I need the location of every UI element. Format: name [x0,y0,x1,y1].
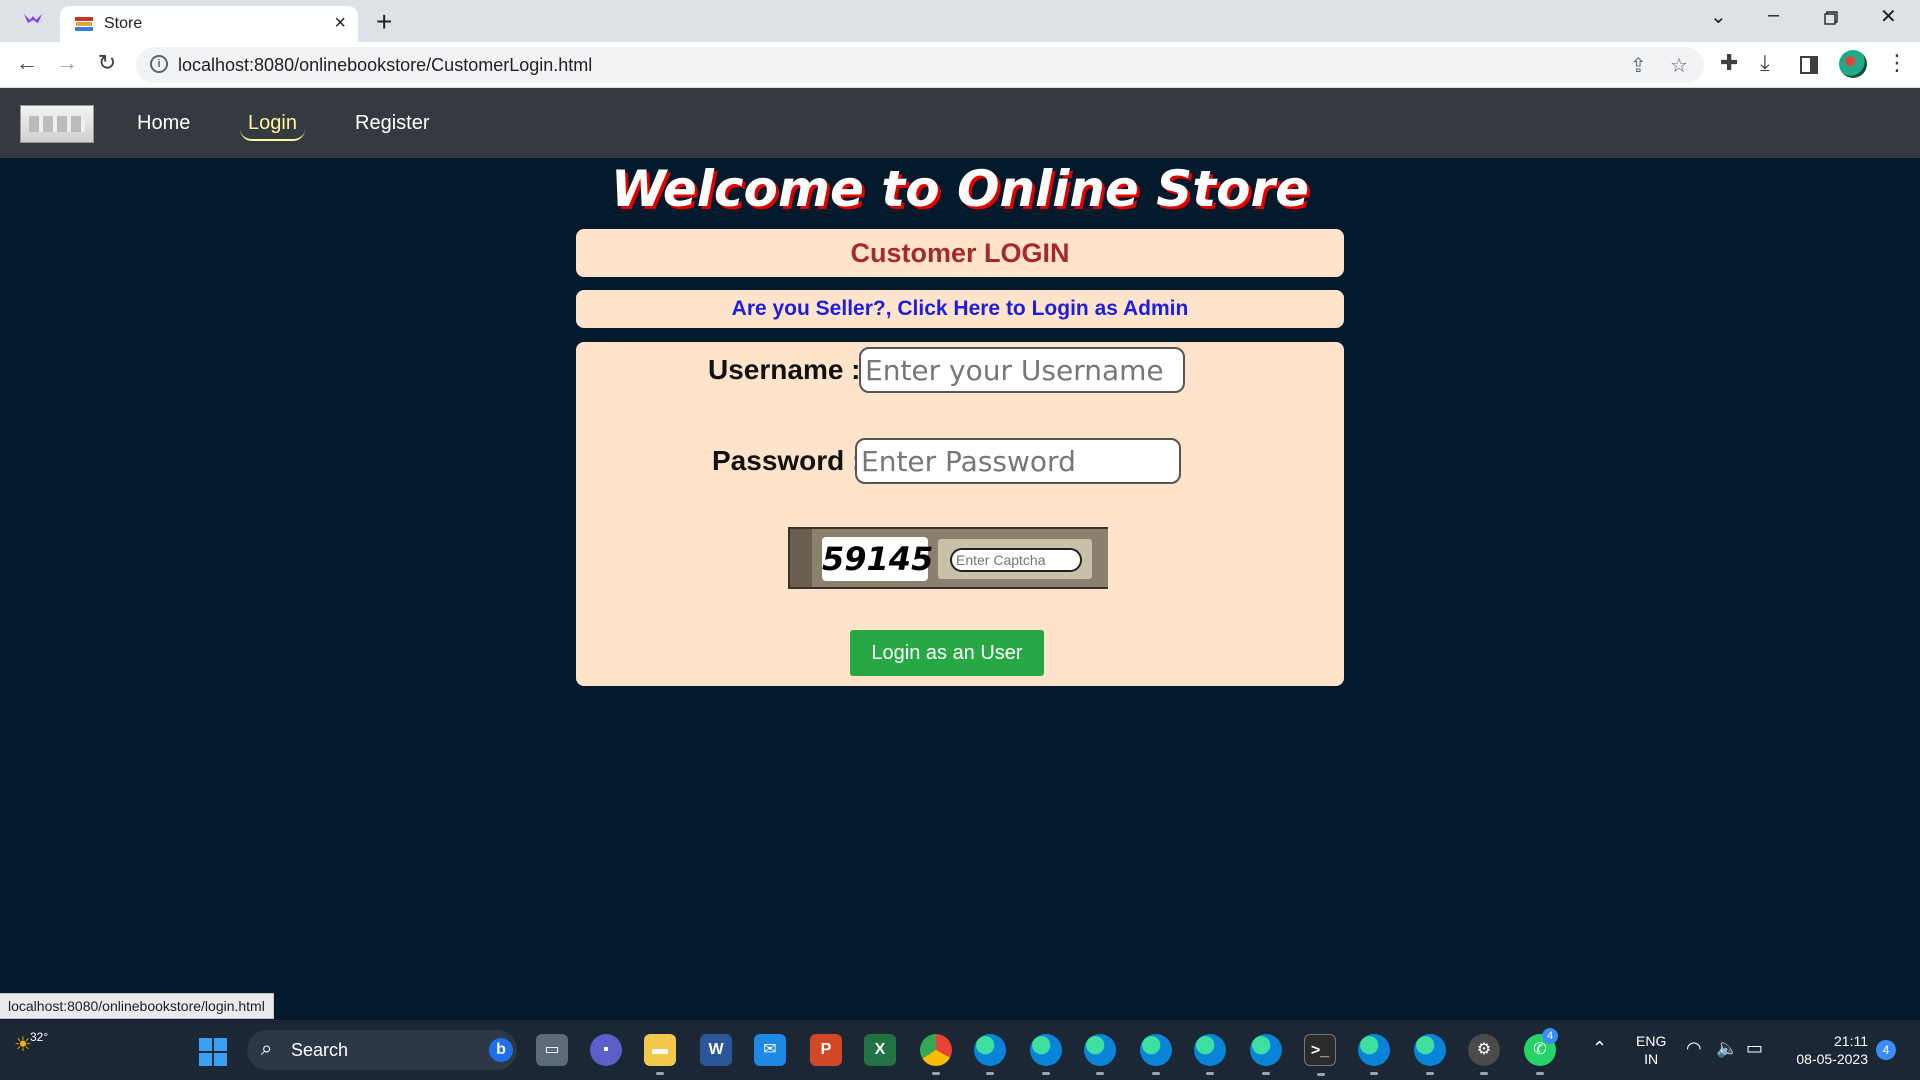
nav-login[interactable]: Login [240,112,305,141]
edge-profile-icon[interactable] [1358,1034,1390,1075]
password-input[interactable] [855,438,1181,484]
address-bar[interactable]: i localhost:8080/onlinebookstore/Custome… [136,47,1704,83]
restore-icon[interactable] [1824,8,1838,31]
clock-date: 08-05-2023 [1796,1051,1868,1067]
powerpoint-icon[interactable]: P [810,1034,842,1066]
edge-profile-icon[interactable] [1140,1034,1172,1075]
browser-titlebar: Store × + ⌄ – ✕ [0,0,1920,42]
battery-icon[interactable]: ▭ [1746,1038,1763,1059]
menu-dots-icon[interactable]: ⋮ [1886,50,1908,76]
clock-time: 21:11 [1834,1033,1868,1049]
excel-icon[interactable]: X [864,1034,896,1066]
username-label: Username : [708,354,861,385]
edge-profile-icon[interactable] [1194,1034,1226,1075]
url-text[interactable]: localhost:8080/onlinebookstore/CustomerL… [178,55,592,76]
share-icon[interactable]: ⇪ [1630,53,1647,78]
edge-profile-icon[interactable] [1030,1034,1062,1075]
tab-search-chevron-icon[interactable]: ⌄ [1710,4,1727,29]
language-indicator[interactable]: ENG IN [1636,1032,1666,1068]
search-label: Search [291,1040,349,1060]
captcha-input[interactable] [950,548,1082,572]
captcha-input-wrap [938,539,1092,579]
app-logo-icon[interactable] [22,11,46,31]
admin-link-box: Are you Seller?, Click Here to Login as … [576,290,1344,328]
login-button[interactable]: Login as an User [850,630,1044,676]
edge-profile-icon[interactable] [1250,1034,1282,1075]
login-form: Username : Password : 59145 Login as an … [576,342,1344,686]
login-heading: Customer LOGIN [850,238,1070,268]
download-icon[interactable]: ⤓ [1760,50,1770,76]
site-logo[interactable] [20,105,94,143]
new-tab-icon[interactable]: + [376,6,392,38]
login-heading-box: Customer LOGIN [576,229,1344,277]
browser-toolbar: ← → ↻ i localhost:8080/onlinebookstore/C… [0,42,1920,88]
close-window-icon[interactable]: ✕ [1880,4,1897,29]
weather-temp: 32° [30,1030,49,1044]
lang-top: ENG [1636,1033,1667,1049]
site-navbar: Home Login Register [0,88,1920,158]
captcha-inner: 59145 [812,529,1108,587]
bing-icon[interactable]: b [489,1038,513,1062]
wifi-icon[interactable]: ◠ [1686,1038,1702,1059]
nav-home[interactable]: Home [137,112,190,135]
browser-tab[interactable]: Store × [60,6,358,42]
clock[interactable]: 21:11 08-05-2023 [1784,1032,1868,1068]
settings-gear-icon[interactable]: ⚙ [1468,1034,1500,1075]
task-view-icon[interactable]: ▭ [536,1034,568,1066]
link-status-bar: localhost:8080/onlinebookstore/login.htm… [0,993,274,1019]
mail-icon[interactable]: ✉ [754,1034,786,1066]
volume-icon[interactable]: 🔈 [1716,1038,1738,1059]
captcha-code: 59145 [822,537,933,581]
whatsapp-badge: 4 [1542,1028,1558,1044]
teams-chat-icon[interactable]: ▪ [590,1034,622,1066]
bookmark-star-icon[interactable]: ☆ [1670,53,1688,78]
taskbar-search[interactable]: ⌕ Search b [247,1030,517,1070]
windows-taskbar: ☀ 32° ⌕ Search b ▭ ▪ ▬ W ✉ P X >_ ⚙ ✆ 4 … [0,1020,1920,1080]
extensions-icon[interactable]: ✚ [1720,50,1738,76]
terminal-icon[interactable]: >_ [1304,1034,1336,1076]
site-info-icon[interactable]: i [150,55,168,73]
notification-badge[interactable]: 4 [1876,1040,1896,1060]
forward-icon[interactable]: → [52,50,82,76]
word-icon[interactable]: W [700,1034,732,1066]
admin-login-link[interactable]: Are you Seller?, Click Here to Login as … [732,297,1189,320]
search-icon: ⌕ [261,1038,273,1060]
username-input[interactable] [859,347,1185,393]
edge-profile-icon[interactable] [1084,1034,1116,1075]
reload-icon[interactable]: ↻ [92,50,122,76]
captcha-panel: 59145 [788,527,1108,589]
tray-chevron-icon[interactable]: ⌃ [1592,1038,1607,1059]
chrome-icon[interactable] [920,1034,952,1075]
lang-bottom: IN [1644,1051,1659,1067]
edge-profile-icon[interactable] [974,1034,1006,1075]
tab-close-icon[interactable]: × [334,12,346,35]
profile-avatar[interactable] [1839,50,1867,78]
tab-title: Store [104,15,143,32]
file-explorer-icon[interactable]: ▬ [644,1034,676,1075]
page-title: Welcome to Online Store [610,160,1310,218]
start-windows-icon[interactable] [199,1038,227,1066]
nav-register[interactable]: Register [355,112,429,135]
password-label: Password : [712,445,862,476]
minimize-icon[interactable]: – [1768,4,1779,27]
edge-profile-icon[interactable] [1414,1034,1446,1075]
back-icon[interactable]: ← [12,50,42,76]
books-icon [74,15,94,33]
side-panel-icon[interactable] [1800,54,1818,80]
